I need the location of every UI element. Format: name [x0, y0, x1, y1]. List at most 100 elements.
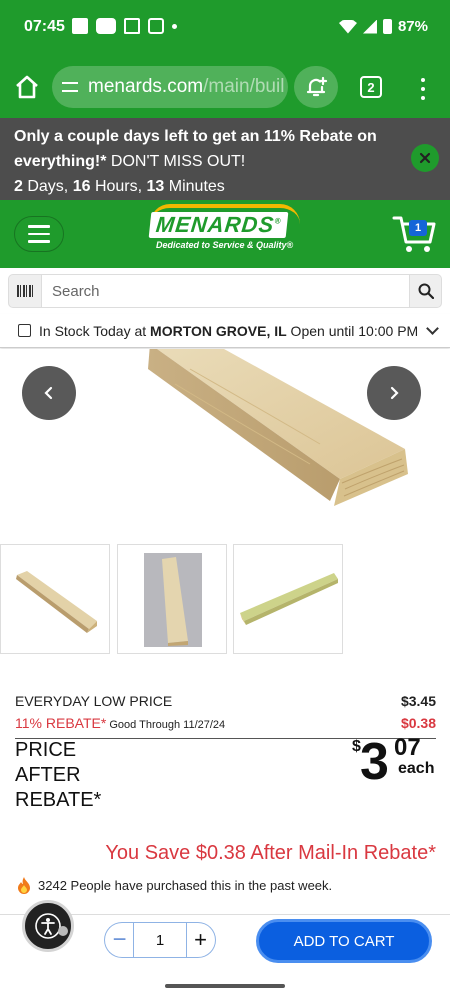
thumbnail-2[interactable]: [117, 544, 227, 654]
rebate-label[interactable]: 11% REBATE*: [15, 715, 106, 731]
store-hours: Open until 10:00 PM: [286, 322, 419, 339]
after-label-line-3: REBATE*: [15, 789, 102, 811]
battery-percent: 87%: [397, 18, 428, 35]
hamburger-line-icon: [28, 240, 50, 243]
status-bar: 07:45 87%: [0, 0, 450, 56]
accessibility-icon: [35, 913, 61, 939]
promo-dont-miss: DON'T MISS OUT!: [106, 153, 246, 170]
browser-menu-button[interactable]: [418, 78, 428, 100]
barcode-icon: [17, 285, 33, 297]
chevron-left-icon: [44, 386, 53, 400]
purchased-count-text: 3242 People have purchased this in the p…: [38, 877, 333, 893]
promo-close-button[interactable]: [411, 144, 439, 172]
thumbnail-board-angled-image: [16, 571, 97, 633]
youtube-icon: [96, 18, 116, 34]
final-price-cents: 07: [394, 734, 421, 761]
promo-line-1: Only a couple days left to get an 11% Re…: [14, 124, 436, 149]
home-icon: [16, 75, 38, 99]
status-time: 07:45: [24, 18, 65, 35]
price-block: EVERYDAY LOW PRICE $3.45 11% REBATE* Goo…: [15, 690, 436, 739]
in-stock-checkbox[interactable]: [18, 324, 31, 337]
logo-tagline: Dedicated to Service & Quality®: [156, 240, 294, 250]
browser-toolbar: menards.com/main/buil: [0, 56, 450, 118]
quantity-input[interactable]: [133, 922, 187, 958]
thumbnail-strip: [0, 544, 450, 654]
more-notifications-dot-icon: [172, 24, 177, 29]
search-button[interactable]: [409, 274, 442, 308]
store-prefix: In Stock Today at: [39, 322, 151, 339]
after-label-line-2: AFTER: [15, 764, 81, 786]
hamburger-line-icon: [28, 232, 50, 236]
final-price: $ 3 07 each: [350, 734, 440, 796]
address-bar[interactable]: menards.com/main/buil: [52, 66, 288, 108]
site-settings-icon[interactable]: [62, 80, 80, 94]
rebate-label-group: 11% REBATE* Good Through 11/27/24: [15, 715, 225, 731]
gesture-nav-handle[interactable]: [165, 984, 285, 988]
notes-icon: [72, 18, 88, 34]
rebate-good-through: Good Through 11/27/24: [106, 719, 226, 731]
everyday-price-value: $3.45: [400, 693, 436, 709]
chevron-right-icon: [390, 386, 399, 400]
chevron-down-icon[interactable]: [426, 322, 439, 335]
purchased-count-row: 3242 People have purchased this in the p…: [16, 876, 332, 894]
thumbnail-3[interactable]: [233, 544, 343, 654]
close-icon: [419, 152, 431, 164]
promo-everything: everything!*: [14, 153, 107, 170]
menu-dot-icon: [421, 96, 425, 100]
promo-countdown: 2 Days, 16 Hours, 13 Minutes: [14, 174, 436, 199]
video-camera-icon: [148, 18, 164, 34]
bell-plus-icon: [306, 76, 328, 97]
url-text: menards.com/main/buil: [88, 76, 284, 98]
notification-add-button[interactable]: [294, 66, 338, 108]
everyday-price-label: EVERYDAY LOW PRICE: [15, 693, 173, 709]
image-prev-button[interactable]: [22, 366, 76, 420]
after-label-line-1: PRICE: [15, 739, 77, 761]
logo-wordmark: MENARDS®: [148, 212, 289, 238]
countdown-minutes-label: Minutes: [164, 178, 225, 195]
store-availability-row[interactable]: In Stock Today at MORTON GROVE, IL Open …: [0, 314, 450, 348]
status-right: 87%: [338, 18, 428, 35]
promo-headline: Only a couple days left to get an 11% Re…: [14, 128, 377, 145]
tab-switcher-button[interactable]: 2: [360, 76, 382, 98]
countdown-days-label: Days,: [22, 178, 73, 195]
thumbnail-treated-board-image: [240, 573, 338, 625]
status-notification-icons: [72, 18, 177, 34]
image-next-button[interactable]: [367, 366, 421, 420]
countdown-days: 2: [14, 178, 23, 195]
barcode-scan-button[interactable]: [8, 274, 42, 308]
accessibility-button[interactable]: [22, 900, 74, 952]
search-input[interactable]: [42, 274, 410, 308]
url-domain: menards.com: [88, 76, 204, 97]
wifi-icon: [338, 19, 357, 34]
final-price-unit: each: [398, 760, 435, 777]
logo-text: MENARDS: [154, 212, 276, 237]
store-name: MORTON GROVE, IL: [150, 322, 287, 339]
url-path: /main/buil: [203, 76, 285, 97]
search-icon: [418, 283, 434, 299]
thumbnail-1[interactable]: [0, 544, 110, 654]
signal-icon: [362, 19, 377, 34]
menu-dot-icon: [421, 78, 425, 82]
quantity-decrease-button[interactable]: −: [104, 922, 134, 958]
main-menu-button[interactable]: [14, 216, 64, 252]
hamburger-line-icon: [28, 225, 50, 228]
battery-icon: [382, 19, 392, 34]
browser-home-button[interactable]: [12, 72, 42, 102]
rebate-value: $0.38: [400, 715, 436, 731]
cart-button[interactable]: 1: [392, 214, 438, 254]
menards-logo[interactable]: MENARDS® Dedicated to Service & Quality®: [148, 204, 300, 258]
everyday-price-row: EVERYDAY LOW PRICE $3.45: [15, 690, 436, 712]
logo-registered: ®: [274, 216, 283, 226]
price-after-rebate-label: PRICE AFTER REBATE*: [15, 738, 135, 813]
accessibility-dismiss-icon[interactable]: [58, 926, 68, 936]
thumbnail-board-front-image: [144, 553, 202, 647]
promo-line-2: everything!* DON'T MISS OUT!: [14, 149, 436, 174]
countdown-minutes: 13: [146, 178, 165, 195]
home-app-icon: [124, 18, 140, 34]
countdown-hours-label: Hours,: [90, 178, 147, 195]
countdown-hours: 16: [72, 178, 91, 195]
add-to-cart-button[interactable]: ADD TO CART: [256, 919, 432, 963]
savings-text: You Save $0.38 After Mail-In Rebate*: [105, 842, 436, 864]
site-header: MENARDS® Dedicated to Service & Quality®…: [0, 200, 450, 268]
menu-dot-icon: [421, 87, 425, 91]
